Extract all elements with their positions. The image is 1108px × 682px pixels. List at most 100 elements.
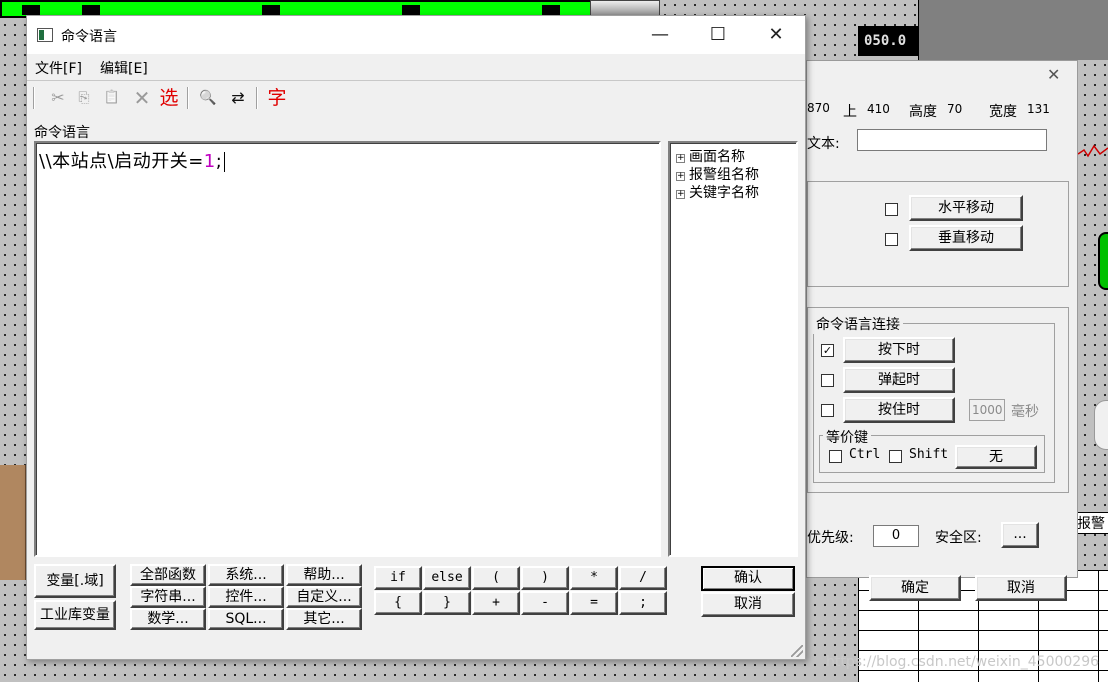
copy-icon[interactable]: ⎘	[73, 87, 95, 109]
hotkey-select-button[interactable]: 无	[955, 445, 1037, 469]
height-label: 高度	[909, 104, 937, 120]
op-button-lparen[interactable]: (	[472, 566, 520, 590]
op-button-minus[interactable]: -	[521, 591, 569, 615]
op-button-equals[interactable]: =	[570, 591, 618, 615]
minimize-button[interactable]: —	[631, 16, 689, 54]
title-bar: 命令语言 — ☐ ✕	[27, 16, 805, 54]
priority-field[interactable]: 0	[873, 525, 919, 547]
hold-button[interactable]: 按住时	[843, 397, 955, 423]
op-button-plus[interactable]: +	[472, 591, 520, 615]
tree-item-alarm-groups[interactable]: + 报警组名称	[676, 164, 759, 184]
properties-body: 870 上 410 高度 70 宽度 131 文本: 水平移动 垂直移动 命令语…	[807, 91, 1077, 601]
section-label: 命令语言	[34, 125, 90, 141]
menu-file[interactable]: 文件[F]	[35, 58, 82, 78]
press-button[interactable]: 按下时	[843, 337, 955, 363]
ms-label: 毫秒	[1011, 404, 1039, 420]
sql-button[interactable]: SQL...	[208, 608, 284, 630]
system-button[interactable]: 系统...	[208, 564, 284, 586]
top-value: 410	[867, 102, 890, 116]
command-link-title: 命令语言连接	[813, 314, 903, 334]
shift-checkbox[interactable]	[889, 450, 902, 463]
horizontal-move-checkbox[interactable]	[885, 203, 898, 216]
other-button[interactable]: 其它...	[286, 608, 362, 630]
close-icon[interactable]: ✕	[1047, 67, 1063, 83]
tree-item-label: 画面名称	[689, 149, 745, 165]
release-checkbox[interactable]	[821, 374, 834, 387]
find-icon[interactable]: 🔍	[197, 87, 219, 109]
expand-icon[interactable]: +	[676, 190, 685, 199]
op-button-rbrace[interactable]: }	[423, 591, 471, 615]
expand-icon[interactable]: +	[676, 172, 685, 181]
text-field[interactable]	[857, 129, 1047, 151]
industrial-variable-button[interactable]: 工业库变量	[34, 600, 116, 630]
tree-item-screen-names[interactable]: + 画面名称	[676, 146, 745, 166]
editor-code-line: \\本站点\启动开关=1;	[39, 147, 226, 173]
code-text: \\本站点\启动开关=	[39, 151, 204, 172]
op-button-rparen[interactable]: )	[521, 566, 569, 590]
code-value: 1	[203, 151, 216, 172]
toolbar-separator	[187, 87, 189, 109]
tree-item-label: 报警组名称	[689, 167, 759, 183]
variable-button[interactable]: 变量[.域]	[34, 564, 116, 598]
cancel-edit-button[interactable]: 取消	[701, 592, 795, 617]
horizontal-move-button[interactable]: 水平移动	[909, 195, 1023, 221]
background-green-indicator	[1098, 232, 1108, 290]
bottom-button-panel: 变量[.域] 工业库变量 全部函数 系统... 帮助... 字符串... 控件.…	[34, 560, 800, 632]
width-label: 宽度	[989, 104, 1017, 120]
menu-edit[interactable]: 编辑[E]	[100, 58, 148, 78]
op-button-semicolon[interactable]: ;	[619, 591, 667, 615]
font-button[interactable]: 字	[266, 87, 288, 109]
op-button-if[interactable]: if	[374, 566, 422, 590]
toolbar-separator	[33, 87, 35, 109]
paste-icon[interactable]: 📋	[101, 87, 123, 109]
ctrl-label: Ctrl	[849, 447, 881, 462]
left-value: 870	[807, 101, 830, 115]
name-tree: + 画面名称 + 报警组名称 + 关键字名称	[668, 141, 798, 557]
menu-bar: 文件[F] 编辑[E]	[27, 54, 805, 78]
cut-icon[interactable]: ✂	[47, 87, 69, 109]
text-caret	[224, 152, 226, 172]
ok-button[interactable]: 确定	[869, 575, 961, 601]
toolbar-separator	[256, 87, 258, 109]
confirm-button[interactable]: 确认	[701, 566, 795, 591]
width-value: 131	[1027, 102, 1050, 116]
tree-item-label: 关键字名称	[689, 185, 759, 201]
background-panel	[918, 0, 1108, 60]
text-label: 文本:	[807, 136, 840, 152]
window-title: 命令语言	[61, 29, 117, 45]
op-button-multiply[interactable]: *	[570, 566, 618, 590]
resize-grip-icon[interactable]	[791, 645, 803, 657]
tree-item-keywords[interactable]: + 关键字名称	[676, 182, 759, 202]
op-button-divide[interactable]: /	[619, 566, 667, 590]
hold-checkbox[interactable]	[821, 404, 834, 417]
security-button[interactable]: ...	[1001, 522, 1039, 548]
expand-icon[interactable]: +	[676, 154, 685, 163]
close-button[interactable]: ✕	[747, 16, 805, 54]
properties-dialog: ✕ 870 上 410 高度 70 宽度 131 文本: 水平移动 垂直移动 命…	[806, 60, 1078, 601]
vertical-move-button[interactable]: 垂直移动	[909, 225, 1023, 251]
op-button-lbrace[interactable]: {	[374, 591, 422, 615]
ctrl-checkbox[interactable]	[829, 450, 842, 463]
select-button[interactable]: 选	[158, 87, 180, 109]
top-label: 上	[843, 104, 857, 120]
string-button[interactable]: 字符串...	[130, 586, 206, 608]
all-functions-button[interactable]: 全部函数	[130, 564, 206, 586]
press-checkbox[interactable]: ✓	[821, 344, 834, 357]
priority-label: 优先级:	[807, 530, 854, 546]
code-editor[interactable]: \\本站点\启动开关=1;	[34, 141, 661, 557]
cancel-button[interactable]: 取消	[975, 575, 1067, 601]
app-icon	[37, 28, 53, 42]
height-value: 70	[947, 102, 963, 116]
control-button[interactable]: 控件...	[208, 586, 284, 608]
help-button[interactable]: 帮助...	[286, 564, 362, 586]
hold-ms-field[interactable]: 1000	[969, 399, 1005, 421]
replace-icon[interactable]: ⇄	[227, 87, 249, 109]
op-button-else[interactable]: else	[423, 566, 471, 590]
background-alarm-label: 报警	[1076, 512, 1108, 534]
vertical-move-checkbox[interactable]	[885, 233, 898, 246]
delete-icon[interactable]: ✕	[131, 87, 153, 109]
release-button[interactable]: 弹起时	[843, 367, 955, 393]
math-button[interactable]: 数学...	[130, 608, 206, 630]
custom-button[interactable]: 自定义...	[286, 586, 362, 608]
maximize-button[interactable]: ☐	[689, 16, 747, 54]
